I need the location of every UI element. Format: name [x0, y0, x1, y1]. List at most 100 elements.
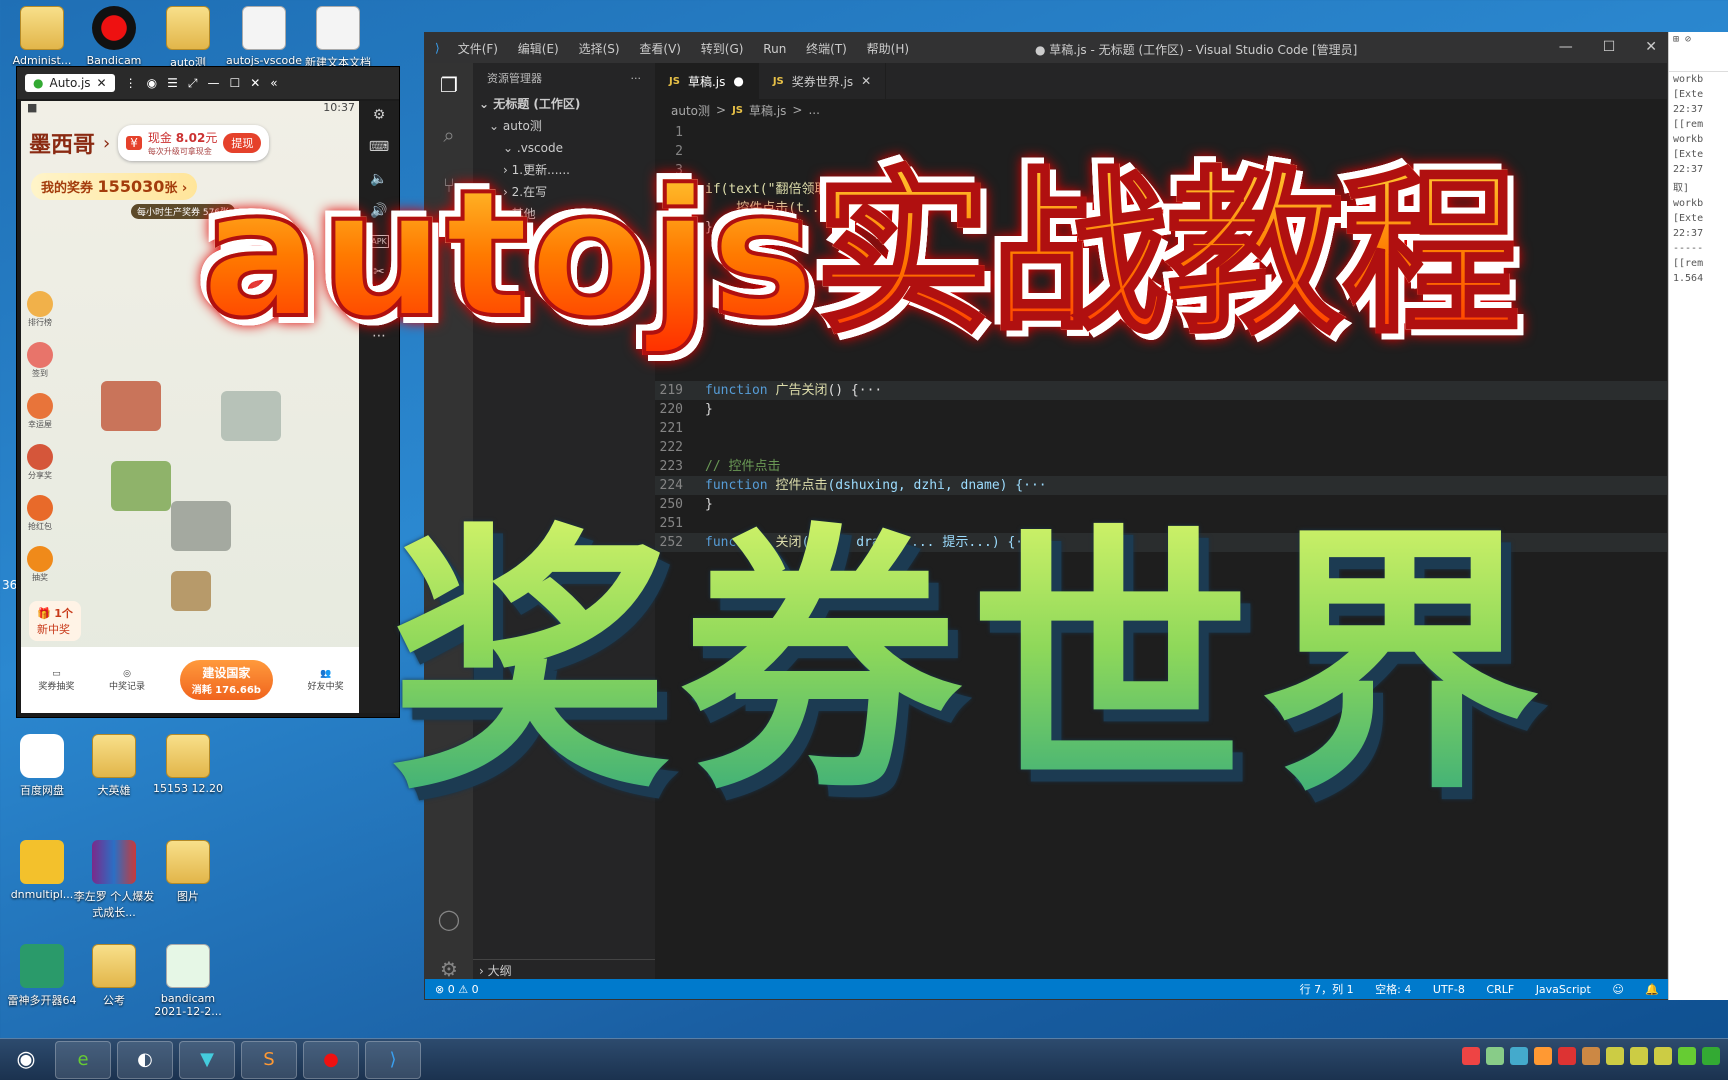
desktop-icon-hero[interactable]: 大英雄: [72, 734, 156, 798]
tray-icon[interactable]: [1534, 1047, 1552, 1065]
settings-icon[interactable]: ⚙: [373, 107, 386, 123]
coupon-badge[interactable]: 我的奖券 155030张 ›: [31, 173, 198, 200]
start-button[interactable]: ◉: [0, 1039, 52, 1080]
nav-coupon-lottery[interactable]: ▭ 奖券抽奖: [38, 669, 74, 692]
more-icon[interactable]: ⋯: [372, 328, 386, 344]
maximize-icon[interactable]: ☐: [229, 76, 240, 90]
close-icon[interactable]: ✕: [861, 74, 871, 88]
minimize-icon[interactable]: —: [207, 76, 219, 90]
build-country-button[interactable]: 建设国家 消耗 176.66b: [179, 660, 273, 700]
building[interactable]: [171, 501, 231, 551]
phone-screen[interactable]: ■ 10:37 墨西哥 › ¥ 现金 8.02元 每次升级可拿现金 提现 我的奖券 …: [21, 101, 361, 713]
explorer-icon[interactable]: ❐: [440, 73, 458, 97]
close-icon[interactable]: ✕: [250, 76, 260, 90]
autojs-tab[interactable]: ● Auto.js ✕: [25, 74, 115, 92]
chevron-right-icon[interactable]: ›: [103, 133, 110, 154]
menu-view[interactable]: 查看(V): [639, 42, 681, 56]
more-icon[interactable]: ⋮: [125, 76, 137, 90]
tray-icon[interactable]: [1510, 1047, 1528, 1065]
code-block-bottom[interactable]: 219 function 广告关闭() {··· 220} 221 222 223…: [655, 381, 1667, 552]
source-control-icon[interactable]: ⑂: [443, 173, 455, 197]
close-icon[interactable]: ✕: [97, 76, 107, 90]
minimize-icon[interactable]: —: [1559, 39, 1573, 55]
taskbar-vscode[interactable]: ⟩: [365, 1040, 421, 1079]
maximize-icon[interactable]: ☐: [1603, 39, 1616, 55]
avatar-icon[interactable]: ◉: [147, 76, 157, 90]
menu-selection[interactable]: 选择(S): [579, 42, 620, 56]
keyboard-icon[interactable]: ⌨: [369, 139, 389, 155]
menu-icon[interactable]: ☰: [167, 76, 178, 90]
menu-run[interactable]: Run: [763, 42, 786, 56]
taskbar-bandicam[interactable]: ●: [303, 1040, 359, 1079]
withdraw-button[interactable]: 提现: [223, 133, 262, 153]
desktop-icon-winrar[interactable]: 李左罗 个人爆发式成长...: [72, 840, 156, 920]
close-icon[interactable]: ✕: [1645, 39, 1657, 55]
cash-card[interactable]: ¥ 现金 8.02元 每次升级可拿现金 提现: [118, 125, 270, 161]
menu-terminal[interactable]: 终端(T): [806, 42, 847, 56]
building[interactable]: [111, 461, 171, 511]
scissors-icon[interactable]: ✂: [373, 264, 385, 280]
tree-folder[interactable]: › 其他: [473, 203, 655, 225]
side-item[interactable]: 签到: [27, 342, 53, 379]
tray-icon[interactable]: [1558, 1047, 1576, 1065]
workspace-root[interactable]: ⌄ 无标题 (工作区): [473, 93, 655, 115]
tray-icon[interactable]: [1462, 1047, 1480, 1065]
outline-section[interactable]: › 大纲: [473, 959, 655, 981]
gear-icon[interactable]: ⚙: [440, 957, 458, 981]
tray-icon[interactable]: [1654, 1047, 1672, 1065]
desktop-icon-pictures[interactable]: 图片: [146, 840, 230, 904]
tree-folder[interactable]: › 2.在写: [473, 181, 655, 203]
cursor-position[interactable]: 行 7，列 1: [1300, 983, 1354, 996]
tab-coupon-world[interactable]: JS 奖券世界.js ✕: [759, 63, 887, 99]
tray-icon[interactable]: [1630, 1047, 1648, 1065]
tray-icon[interactable]: [1702, 1047, 1720, 1065]
tray-icon[interactable]: [1606, 1047, 1624, 1065]
code-block-top[interactable]: 1 2 3 4 if(text("翻倍领取")...){ 5 控件点击(t... …: [655, 121, 1667, 237]
account-icon[interactable]: ◯: [438, 907, 460, 931]
menu-help[interactable]: 帮助(H): [867, 42, 909, 56]
taskbar-app[interactable]: ◐: [117, 1040, 173, 1079]
video-icon[interactable]: ▶: [374, 296, 385, 312]
collapse-icon[interactable]: «: [270, 76, 277, 90]
side-item[interactable]: 幸运屋: [27, 393, 53, 430]
newbie-prize[interactable]: 🎁 1个 新中奖: [29, 601, 81, 641]
desktop-icon-bandicam-video[interactable]: bandicam 2021-12-2...: [146, 944, 230, 1018]
side-item[interactable]: 抽奖: [27, 546, 53, 583]
encoding[interactable]: UTF-8: [1433, 983, 1465, 996]
indent-setting[interactable]: 空格: 4: [1375, 983, 1411, 996]
eol[interactable]: CRLF: [1486, 983, 1514, 996]
taskbar-sublime[interactable]: S: [241, 1040, 297, 1079]
volume-icon[interactable]: 🔈: [370, 171, 387, 187]
feedback-icon[interactable]: ☺: [1612, 983, 1623, 996]
menu-file[interactable]: 文件(F): [458, 42, 498, 56]
resize-icon[interactable]: ⤢: [188, 76, 198, 91]
desktop-icon-15153[interactable]: 15153 12.20: [146, 734, 230, 795]
search-icon[interactable]: ⌕: [443, 123, 454, 147]
building[interactable]: [221, 391, 281, 441]
notifications-icon[interactable]: 🔔: [1645, 983, 1659, 996]
language-mode[interactable]: JavaScript: [1536, 983, 1591, 996]
side-item[interactable]: 排行榜: [27, 291, 53, 328]
more-icon[interactable]: ···: [631, 72, 642, 85]
volume-up-icon[interactable]: 🔊: [370, 203, 387, 219]
desktop-icon-gongkao[interactable]: 公考: [72, 944, 156, 1008]
tray-icon[interactable]: [1678, 1047, 1696, 1065]
desktop-icon-autojs-vscode[interactable]: autojs-vscode: [222, 6, 306, 67]
tree-folder[interactable]: › 1.更新......: [473, 159, 655, 181]
building[interactable]: [171, 571, 211, 611]
problems-indicator[interactable]: ⊗ 0 ⚠ 0: [435, 983, 479, 996]
tray-icon[interactable]: [1582, 1047, 1600, 1065]
apk-icon[interactable]: APK: [369, 235, 389, 248]
desktop-icon-bandicam[interactable]: Bandicam: [72, 6, 156, 67]
game-title[interactable]: 墨西哥: [29, 127, 95, 159]
editor-area[interactable]: JS 草稿.js ● JS 奖券世界.js ✕ auto测 > JS 草稿.js >... 1 …: [655, 63, 1667, 981]
nav-friends[interactable]: 👥 好友中奖: [308, 669, 344, 692]
tray-icon[interactable]: [1486, 1047, 1504, 1065]
desktop-icon-textfile[interactable]: 新建文本文档: [296, 6, 380, 70]
taskbar-browser[interactable]: e: [55, 1040, 111, 1079]
console-panel[interactable]: ⊞ ⊘ workb [Exte 22:37 [[rem workb [Exte …: [1668, 32, 1728, 1000]
building[interactable]: [101, 381, 161, 431]
tab-draft[interactable]: JS 草稿.js ●: [655, 63, 759, 99]
desktop-icon-auto[interactable]: auto测: [146, 6, 230, 70]
side-item[interactable]: 分享奖: [27, 444, 53, 481]
